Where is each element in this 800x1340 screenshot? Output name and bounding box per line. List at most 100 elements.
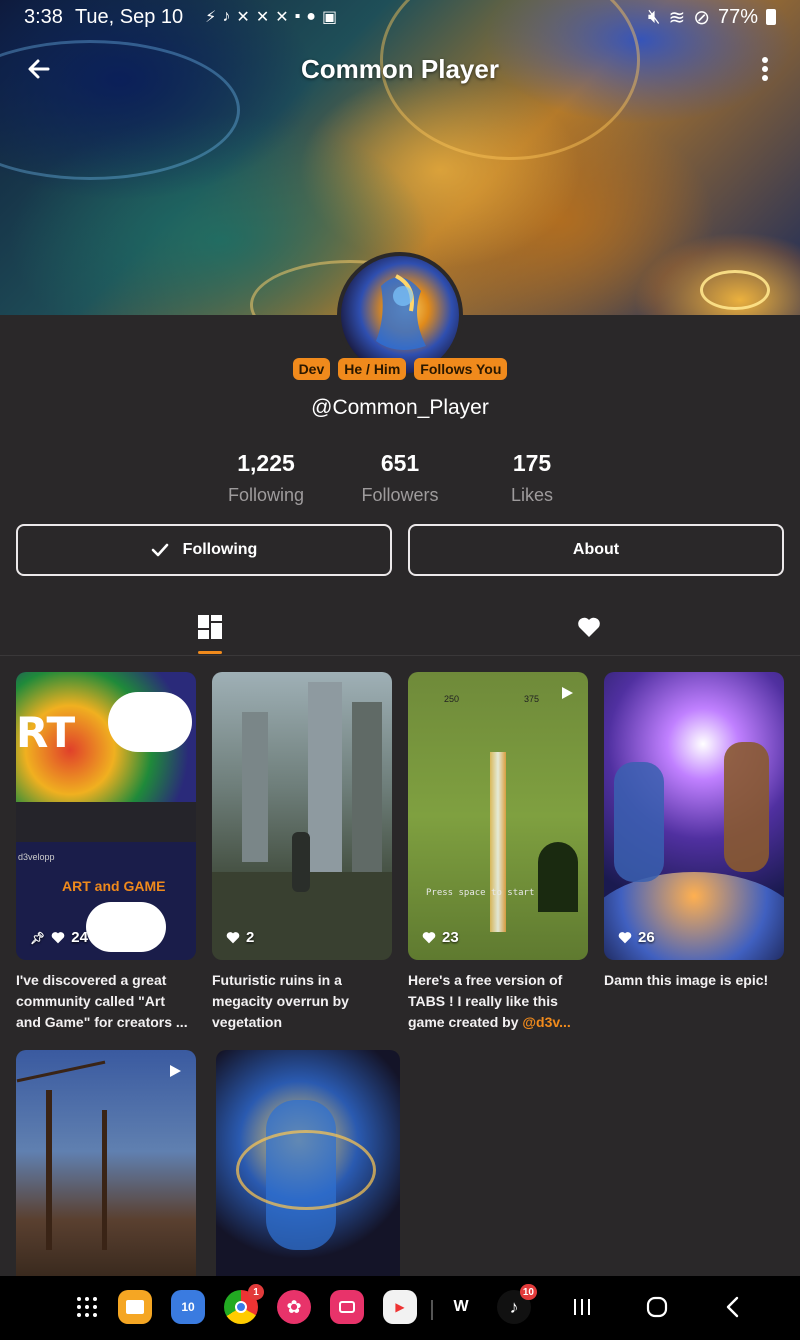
files-app-icon[interactable] xyxy=(118,1290,152,1324)
page-title: Common Player xyxy=(301,54,499,84)
home-button[interactable] xyxy=(640,1290,674,1324)
follows-you-badge: Follows You xyxy=(414,358,508,380)
folder-group-icon[interactable]: ▶ xyxy=(383,1290,417,1324)
post-caption-line: and Game" for creators ... xyxy=(16,1014,188,1030)
app-drawer-button[interactable] xyxy=(70,1290,104,1324)
post-likes: 23 xyxy=(422,929,459,946)
stat-likes-label: Likes xyxy=(510,485,554,505)
notification-icon: ✕ xyxy=(255,9,270,26)
status-time: 3:38 xyxy=(24,5,63,28)
video-play-icon xyxy=(170,1065,181,1077)
folder-icon xyxy=(126,1300,144,1314)
calendar-app-icon[interactable]: 10 xyxy=(171,1290,205,1324)
post-thumbnail: 26 xyxy=(604,672,784,960)
post-thumbnail-user: d3velopp xyxy=(18,852,55,862)
home-icon xyxy=(646,1296,668,1318)
pronouns-badge: He / Him xyxy=(338,358,407,380)
post-thumbnail-text: ART and GAME xyxy=(62,878,166,894)
post-thumbnail: RT d3velopp ART and GAME 📌︎ 24 xyxy=(16,672,196,960)
heart-icon xyxy=(422,932,436,944)
post-caption-line: megacity overrun by xyxy=(212,993,349,1009)
dock-divider xyxy=(431,1300,433,1320)
camera-icon xyxy=(339,1301,355,1313)
gallery-app-icon[interactable]: ✿ xyxy=(277,1290,311,1324)
video-play-icon xyxy=(562,687,573,699)
post-card[interactable]: 2 Futuristic ruins in a megacity overrun… xyxy=(212,672,392,1033)
about-button-label: About xyxy=(572,541,620,558)
dev-badge: Dev xyxy=(292,358,331,380)
post-likes: 2 xyxy=(226,929,254,946)
notification-badge: 1 xyxy=(248,1284,264,1300)
following-button-label: Following xyxy=(182,541,258,558)
battery-level: 77% xyxy=(717,5,758,28)
grid-dots-icon xyxy=(77,1297,97,1317)
post-caption: Here's a free version of TABS ! I really… xyxy=(408,970,592,1033)
recents-button[interactable] xyxy=(565,1290,599,1324)
heart-icon xyxy=(578,617,600,637)
post-thumbnail-text: 375 xyxy=(524,694,540,704)
post-card[interactable] xyxy=(16,1050,196,1276)
check-icon xyxy=(151,543,168,557)
post-likes-count: 26 xyxy=(638,929,655,946)
notification-icon: ⚡ xyxy=(205,9,217,26)
stat-followers[interactable]: 651 Followers xyxy=(330,450,470,506)
more-vertical-icon xyxy=(762,57,768,81)
post-thumbnail xyxy=(216,1050,400,1276)
post-likes-count: 23 xyxy=(442,929,459,946)
tab-likes[interactable] xyxy=(539,598,639,656)
post-caption-line: community called "Art xyxy=(16,993,166,1009)
youtube-mini-icon: ▶ xyxy=(395,1300,405,1314)
stat-followers-label: Followers xyxy=(361,485,439,505)
post-card[interactable] xyxy=(216,1050,400,1276)
tab-posts-grid[interactable] xyxy=(160,598,260,656)
post-caption: I've discovered a great community called… xyxy=(16,970,200,1033)
heart-icon xyxy=(226,932,240,944)
post-likes-count: 24 xyxy=(71,929,88,946)
battery-icon xyxy=(766,9,776,25)
stat-likes[interactable]: 175 Likes xyxy=(462,450,602,506)
tabs-divider xyxy=(0,655,800,656)
avatar-art xyxy=(376,274,426,350)
stat-likes-value: 175 xyxy=(512,450,552,476)
mute-icon: 🔇︎ xyxy=(647,5,661,28)
post-likes-count: 2 xyxy=(246,929,255,946)
notification-icon: ✕ xyxy=(275,9,289,26)
image-notification-icon: ▣ xyxy=(321,9,338,26)
user-mention-link[interactable]: @d3v... xyxy=(522,1014,570,1030)
post-card[interactable]: RT d3velopp ART and GAME 📌︎ 24 I've disc… xyxy=(16,672,196,1033)
post-caption-line: Futuristic ruins in a xyxy=(212,972,342,988)
tiktok-app-icon[interactable]: ♪ 10 xyxy=(497,1284,537,1324)
dnd-icon: ⊘ xyxy=(693,6,710,29)
about-button[interactable]: About xyxy=(408,524,784,576)
stat-following[interactable]: 1,225 Following xyxy=(196,450,336,506)
more-options-button[interactable] xyxy=(748,52,782,86)
tiktok-icon: ♪ xyxy=(509,1296,519,1317)
chrome-app-icon[interactable]: 1 xyxy=(224,1284,264,1324)
notification-icon: ✕ xyxy=(236,9,250,26)
w-app-icon[interactable]: W xyxy=(444,1290,478,1324)
post-caption-line: vegetation xyxy=(212,1014,283,1030)
status-date: Tue, Sep 10 xyxy=(74,5,184,28)
notification-icons: ⚡ ♪ ✕ ✕ ✕ ▪ ● ▣ xyxy=(205,7,337,27)
post-card[interactable]: 250 375 Press space to start battle 23 H… xyxy=(408,672,588,1033)
following-button[interactable]: Following xyxy=(16,524,392,576)
flower-icon: ✿ xyxy=(286,1296,302,1317)
post-thumbnail: 2 xyxy=(212,672,392,960)
post-card[interactable]: 26 Damn this image is epic! xyxy=(604,672,784,991)
heart-icon xyxy=(618,932,632,944)
pin-icon: 📌︎ xyxy=(30,930,46,945)
active-tab-indicator xyxy=(198,651,222,654)
post-thumbnail: 250 375 Press space to start battle 23 xyxy=(408,672,588,960)
notification-icon: ● xyxy=(306,8,316,25)
username: @Common_Player xyxy=(311,396,489,419)
post-caption-line: TABS ! I really like this xyxy=(408,993,558,1009)
back-nav-button[interactable] xyxy=(716,1290,750,1324)
camera-app-icon[interactable] xyxy=(330,1290,364,1324)
profile-tabs xyxy=(0,598,800,656)
calendar-day: 10 xyxy=(181,1300,195,1314)
status-bar: 3:38 Tue, Sep 10 ⚡ ♪ ✕ ✕ ✕ ▪ ● ▣ 🔇︎ ≋ ⊘ … xyxy=(0,0,800,34)
post-caption-line: Here's a free version of xyxy=(408,972,563,988)
stat-following-value: 1,225 xyxy=(237,450,295,476)
post-caption-text: game created by xyxy=(408,1014,523,1030)
post-likes: 26 xyxy=(618,929,655,946)
